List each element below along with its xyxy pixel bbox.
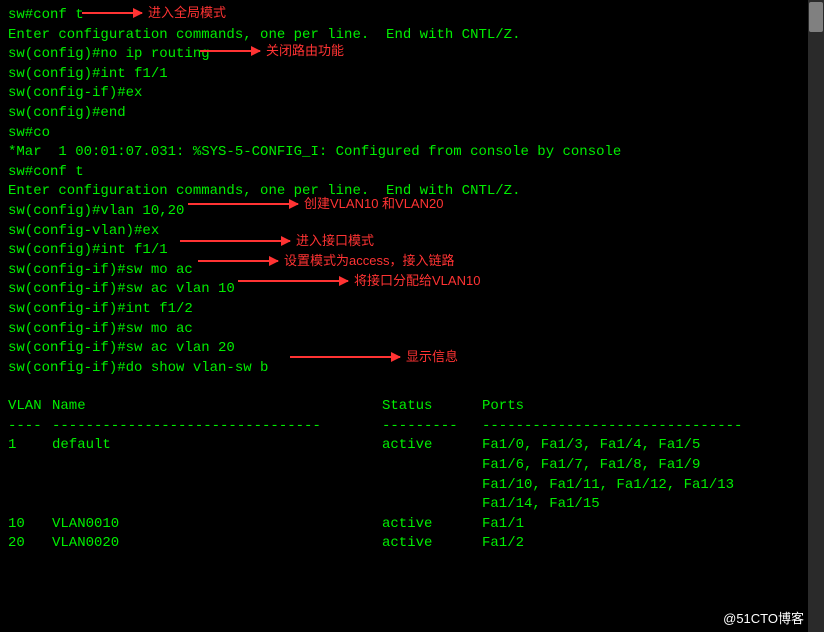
table-header: VLAN Name Status Ports xyxy=(8,397,816,417)
cell-status: active xyxy=(382,515,482,535)
table-row: 10 VLAN0010 active Fa1/1 xyxy=(8,515,816,535)
output-line: sw(config-if)#sw mo ac xyxy=(8,320,816,340)
output-line: sw(config)#int f1/1 xyxy=(8,241,816,261)
output-line: sw(config-if)#sw ac vlan 10 xyxy=(8,280,816,300)
table-row: 1 default active Fa1/0, Fa1/3, Fa1/4, Fa… xyxy=(8,436,816,456)
output-line: sw(config)#no ip routing xyxy=(8,45,816,65)
sep: ------------------------------- xyxy=(482,417,816,437)
watermark: @51CTO博客 xyxy=(723,610,804,628)
output-line: sw(config)#vlan 10,20 xyxy=(8,202,816,222)
scroll-thumb[interactable] xyxy=(809,2,823,32)
sep: -------------------------------- xyxy=(52,417,382,437)
col-ports: Ports xyxy=(482,397,816,417)
table-separator: ---- -------------------------------- --… xyxy=(8,417,816,437)
vertical-scrollbar[interactable] xyxy=(808,0,824,632)
cell-ports: Fa1/1 xyxy=(482,515,816,535)
table-row: Fa1/6, Fa1/7, Fa1/8, Fa1/9 xyxy=(482,456,816,476)
col-vlan: VLAN xyxy=(8,397,52,417)
cell-ports: Fa1/2 xyxy=(482,534,816,554)
output-line: sw#conf t xyxy=(8,163,816,183)
output-line xyxy=(8,378,816,397)
cell-name: default xyxy=(52,436,382,456)
output-line: Enter configuration commands, one per li… xyxy=(8,182,816,202)
cell-status: active xyxy=(382,534,482,554)
terminal-output[interactable]: sw#conf t Enter configuration commands, … xyxy=(0,0,824,560)
output-line: sw(config)#end xyxy=(8,104,816,124)
output-line: sw#conf t xyxy=(8,6,816,26)
output-line: sw(config-vlan)#ex xyxy=(8,222,816,242)
output-line: sw(config-if)#sw ac vlan 20 xyxy=(8,339,816,359)
output-line: *Mar 1 00:01:07.031: %SYS-5-CONFIG_I: Co… xyxy=(8,143,816,163)
output-line: sw(config-if)#ex xyxy=(8,84,816,104)
output-line: sw(config-if)#int f1/2 xyxy=(8,300,816,320)
sep: --------- xyxy=(382,417,482,437)
cell-vlan: 10 xyxy=(8,515,52,535)
col-name: Name xyxy=(52,397,382,417)
sep: ---- xyxy=(8,417,52,437)
output-line: sw#co xyxy=(8,124,816,144)
cell-vlan: 20 xyxy=(8,534,52,554)
table-row: 20 VLAN0020 active Fa1/2 xyxy=(8,534,816,554)
col-status: Status xyxy=(382,397,482,417)
table-row: Fa1/10, Fa1/11, Fa1/12, Fa1/13 xyxy=(482,476,816,496)
table-row: Fa1/14, Fa1/15 xyxy=(482,495,816,515)
cell-ports: Fa1/0, Fa1/3, Fa1/4, Fa1/5 xyxy=(482,436,816,456)
output-line: sw(config-if)#do show vlan-sw b xyxy=(8,359,816,379)
cell-name: VLAN0010 xyxy=(52,515,382,535)
cell-status: active xyxy=(382,436,482,456)
output-line: sw(config)#int f1/1 xyxy=(8,65,816,85)
cell-vlan: 1 xyxy=(8,436,52,456)
output-line: sw(config-if)#sw mo ac xyxy=(8,261,816,281)
output-line: Enter configuration commands, one per li… xyxy=(8,26,816,46)
cell-name: VLAN0020 xyxy=(52,534,382,554)
